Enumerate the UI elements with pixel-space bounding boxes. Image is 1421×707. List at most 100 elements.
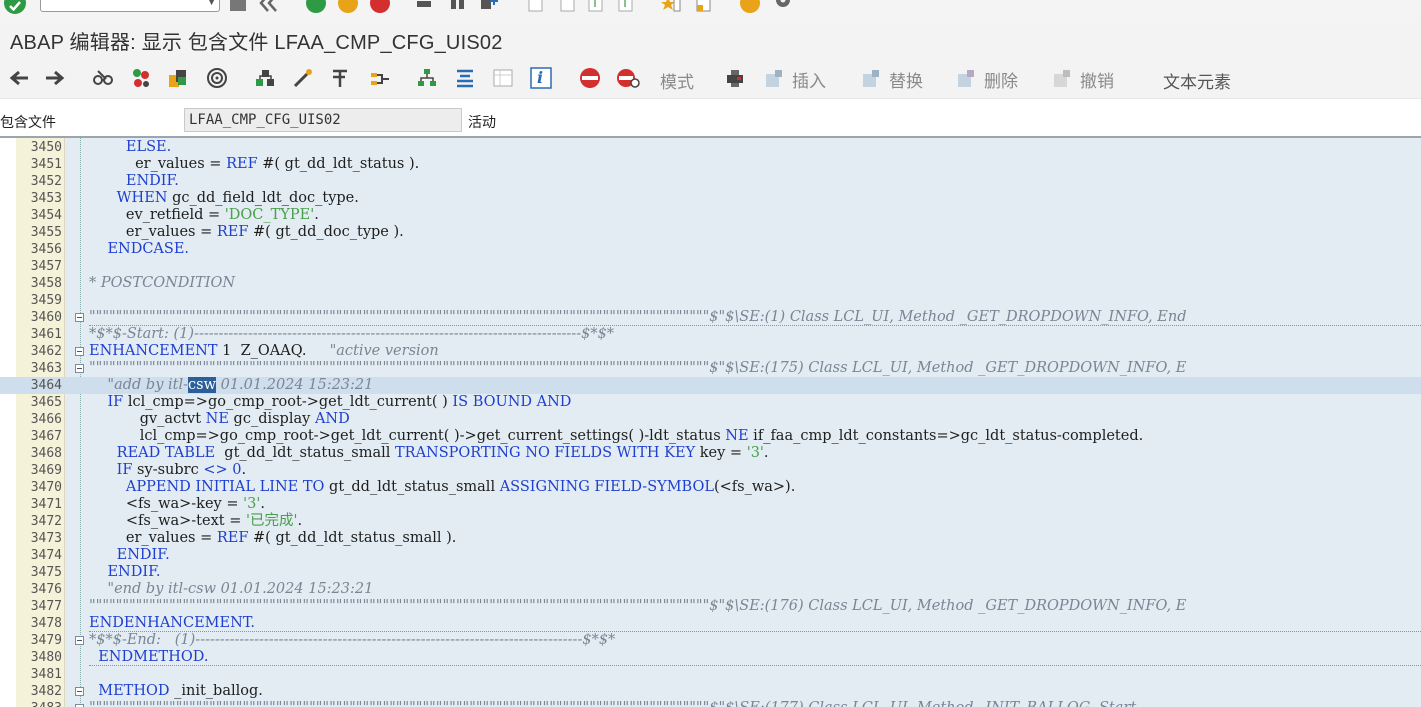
code-line[interactable]: 3479 *$*$-End: (1)-----------------------… [0, 632, 1421, 649]
code-text: """"""""""""""""""""""""""""""""""""""""… [89, 309, 1186, 326]
code-line[interactable]: 3483 """"""""""""""""""""""""""""""""""""… [0, 700, 1421, 707]
check-syntax-icon[interactable] [167, 67, 189, 89]
first-page-icon[interactable] [526, 0, 546, 13]
code-line[interactable]: 3453 WHEN gc_dd_field_ldt_doc_type. [0, 190, 1421, 207]
enhance-icon[interactable] [330, 67, 352, 89]
activate-icon[interactable] [206, 67, 228, 89]
code-line[interactable]: 3450 ELSE. [0, 139, 1421, 156]
code-text: <fs_wa>-text = '已完成'. [89, 513, 302, 530]
code-line[interactable]: 3469 IF sy-subrc <> 0. [0, 462, 1421, 479]
enter-check-icon[interactable] [4, 0, 26, 14]
line-number: 3479 [30, 633, 62, 648]
code-line[interactable]: 3471 <fs_wa>-key = '3'. [0, 496, 1421, 513]
back-arrow-icon[interactable] [8, 67, 30, 89]
code-line[interactable]: 3454 ev_retfield = 'DOC_TYPE'. [0, 207, 1421, 224]
code-line[interactable]: 3475 ENDIF. [0, 564, 1421, 581]
code-line[interactable]: 3452 ENDIF. [0, 173, 1421, 190]
exit-yellow-icon[interactable] [338, 0, 358, 13]
replace-label: 替换 [889, 72, 923, 92]
code-token: ENHANCEMENT [89, 343, 218, 359]
line-number: 3464 [30, 378, 62, 393]
code-editor[interactable]: 3450 ELSE. 3451 er_values = REF #( gt_dd_… [0, 138, 1421, 707]
code-line[interactable]: 3477 """"""""""""""""""""""""""""""""""""… [0, 598, 1421, 615]
other-object-icon[interactable] [130, 67, 152, 89]
back-double-icon[interactable] [258, 0, 278, 13]
fold-toggle-icon[interactable] [75, 687, 84, 696]
stop-breakpoint-icon[interactable] [578, 67, 600, 89]
info-icon[interactable]: i [530, 67, 552, 89]
code-line[interactable]: 3463 """"""""""""""""""""""""""""""""""""… [0, 360, 1421, 377]
code-line[interactable]: 3474 ENDIF. [0, 547, 1421, 564]
fold-toggle-icon[interactable] [75, 636, 84, 645]
code-line[interactable]: 3451 er_values = REF #( gt_dd_ldt_status… [0, 156, 1421, 173]
object-list-tree-icon[interactable] [416, 67, 438, 89]
find-next-icon[interactable] [478, 0, 498, 13]
line-number: 3456 [30, 242, 62, 257]
code-line[interactable]: 3466 gv_actvt NE gc_display AND [0, 411, 1421, 428]
code-line[interactable]: 3458 * POSTCONDITION [0, 275, 1421, 292]
code-line[interactable]: 3461 *$*$-Start: (1)---------------------… [0, 326, 1421, 343]
previous-page-icon[interactable] [558, 0, 578, 13]
display-change-glasses-icon[interactable] [92, 67, 114, 89]
pretty-printer-wand-icon[interactable] [292, 67, 314, 89]
application-toolbar: i 模式 插入 替换 删除 撤销 文本元素 [0, 58, 1421, 99]
bookmark-star-icon[interactable] [660, 0, 681, 13]
forward-arrow-icon[interactable] [44, 67, 66, 89]
chevron-down-icon[interactable]: ▼ [208, 0, 215, 7]
command-field[interactable]: ▼ [40, 0, 220, 12]
navigation-window-icon[interactable] [454, 67, 476, 89]
code-text: ENDENHANCEMENT. [89, 615, 255, 632]
code-line[interactable]: 3456 ENDCASE. [0, 241, 1421, 258]
enhancement-info-icon[interactable] [369, 67, 391, 89]
code-line[interactable]: 3482 METHOD _init_ballog. [0, 683, 1421, 700]
code-line[interactable]: 3478 ENDENHANCEMENT. [0, 615, 1421, 632]
code-line[interactable]: 3481 [0, 666, 1421, 683]
code-token: ENDIF. [107, 564, 161, 580]
back-green-icon[interactable] [306, 0, 326, 13]
fold-toggle-icon[interactable] [75, 347, 84, 356]
code-line[interactable]: 3459 [0, 292, 1421, 309]
code-line[interactable]: 3470 APPEND INITIAL LINE TO gt_dd_ldt_st… [0, 479, 1421, 496]
title-bar: ABAP 编辑器: 显示 包含文件 LFAA_CMP_CFG_UIS02 [0, 17, 1421, 58]
cancel-red-icon[interactable] [370, 0, 390, 13]
code-line[interactable]: 3460 """"""""""""""""""""""""""""""""""""… [0, 309, 1421, 326]
code-line[interactable]: 3472 <fs_wa>-text = '已完成'. [0, 513, 1421, 530]
pattern-icon[interactable] [724, 67, 746, 89]
print-icon[interactable] [414, 0, 434, 13]
mode-button[interactable]: 模式 [660, 68, 694, 93]
text-elements-button[interactable]: 文本元素 [1163, 68, 1231, 93]
settings-gear-icon[interactable] [772, 0, 792, 13]
code-line[interactable]: 3480 ENDMETHOD. [0, 649, 1421, 666]
fold-toggle-icon[interactable] [75, 313, 84, 322]
code-token: *$*$-End: (1)---------------------------… [89, 632, 616, 648]
code-line[interactable]: 3476 "end by itl-csw 01.01.2024 15:23:21 [0, 581, 1421, 598]
help-icon[interactable] [740, 0, 760, 13]
code-line[interactable]: 3455 er_values = REF #( gt_dd_doc_type )… [0, 224, 1421, 241]
external-breakpoint-icon[interactable] [616, 67, 640, 89]
new-session-icon[interactable] [694, 0, 714, 13]
next-page-icon[interactable] [586, 0, 606, 13]
code-token: key = [695, 445, 747, 461]
fold-toggle-icon[interactable] [75, 364, 84, 373]
code-text: READ TABLE gt_dd_ldt_status_small TRANSP… [89, 445, 769, 462]
save-icon[interactable] [228, 0, 248, 13]
last-page-icon[interactable] [616, 0, 636, 13]
include-name-field[interactable]: LFAA_CMP_CFG_UIS02 [184, 108, 462, 132]
find-icon[interactable] [448, 0, 468, 13]
code-line[interactable]: 3473 er_values = REF #( gt_dd_ldt_status… [0, 530, 1421, 547]
code-text: ev_retfield = 'DOC_TYPE'. [89, 207, 319, 224]
delete-icon [958, 70, 974, 87]
code-line[interactable]: 3457 [0, 258, 1421, 275]
code-line[interactable]: 3462 ENHANCEMENT 1 Z_OAAQ. "active versio… [0, 343, 1421, 360]
code-line[interactable]: 3465 IF lcl_cmp=>go_cmp_root->get_ldt_cu… [0, 394, 1421, 411]
line-number: 3472 [30, 514, 62, 529]
where-used-list-icon[interactable] [254, 67, 276, 89]
table-display-icon[interactable] [492, 67, 514, 89]
code-line[interactable]: 3464 "add by itl-csw 01.01.2024 15:23:21 [0, 377, 1421, 394]
code-line[interactable]: 3467 lcl_cmp=>go_cmp_root->get_ldt_curre… [0, 428, 1421, 445]
code-line[interactable]: 3468 READ TABLE gt_dd_ldt_status_small T… [0, 445, 1421, 462]
